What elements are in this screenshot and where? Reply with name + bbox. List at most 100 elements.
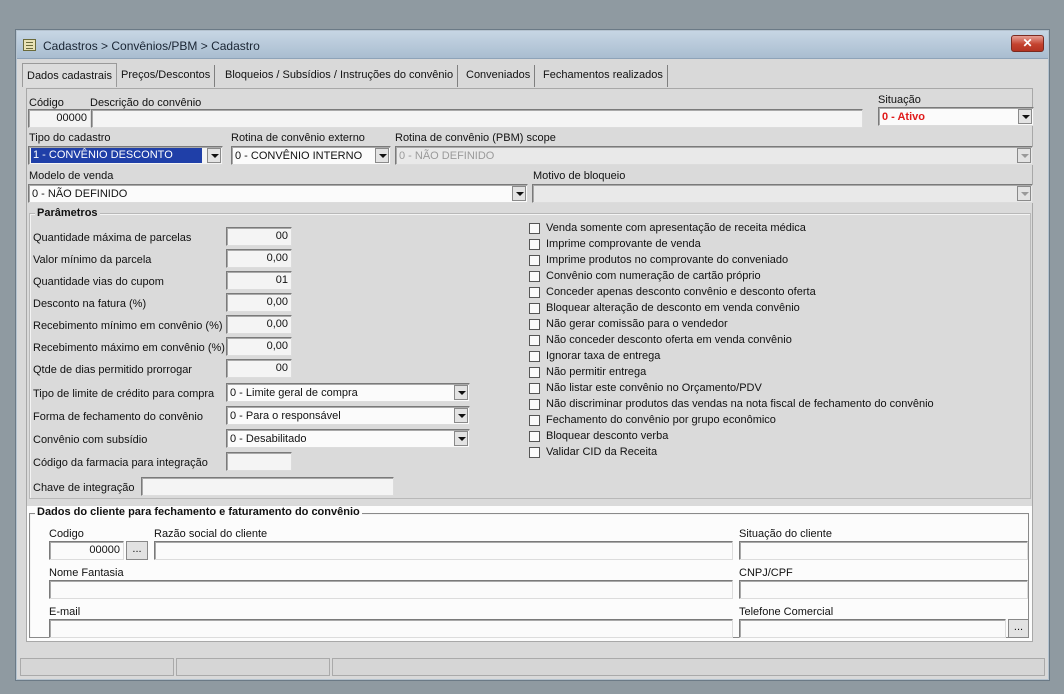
window-title: Cadastros > Convênios/PBM > Cadastro [43, 39, 260, 53]
limite-credito-select[interactable]: 0 - Limite geral de compra [226, 383, 470, 402]
param-field[interactable]: 00 [226, 359, 292, 378]
close-button[interactable]: ✕ [1011, 35, 1044, 52]
param-label: Recebimento mínimo em convênio (%) [33, 320, 223, 332]
rotina-pbm-label: Rotina de convênio (PBM) scope [395, 132, 556, 144]
tab-dados-cadastrais[interactable]: Dados cadastrais [22, 63, 117, 87]
checkbox[interactable] [529, 335, 540, 346]
checkbox[interactable] [529, 399, 540, 410]
chevron-down-icon[interactable] [1017, 186, 1031, 201]
param-label: Quantidade máxima de parcelas [33, 232, 192, 244]
email-label: E-mail [49, 606, 81, 618]
checkbox[interactable] [529, 287, 540, 298]
param-field[interactable]: 0,00 [226, 315, 292, 334]
chevron-down-icon[interactable] [454, 408, 468, 423]
checkbox[interactable] [529, 271, 540, 282]
limite-credito-label: Tipo de limite de crédito para compra [33, 388, 215, 400]
checkbox-label[interactable]: Conceder apenas desconto convênio e desc… [546, 286, 816, 298]
subsidio-select[interactable]: 0 - Desabilitado [226, 429, 470, 448]
chevron-down-icon[interactable] [375, 148, 389, 163]
subsidio-label: Convênio com subsídio [33, 434, 148, 446]
checkbox-label[interactable]: Não permitir entrega [546, 366, 646, 378]
telefone-label: Telefone Comercial [739, 606, 834, 618]
param-field[interactable]: 01 [226, 271, 292, 290]
checkbox[interactable] [529, 383, 540, 394]
situacao-cliente-field[interactable] [739, 541, 1028, 560]
param-field[interactable]: 0,00 [226, 337, 292, 356]
telefone-field[interactable] [739, 619, 1006, 638]
checkbox-label[interactable]: Venda somente com apresentação de receit… [546, 222, 806, 234]
telefone-lookup-button[interactable]: ... [1008, 619, 1029, 638]
status-bar [20, 658, 1045, 676]
chave-integracao-field[interactable] [141, 477, 394, 496]
chevron-down-icon[interactable] [454, 431, 468, 446]
cliente-codigo-label: Codigo [49, 528, 84, 540]
chevron-down-icon[interactable] [454, 385, 468, 400]
checkbox[interactable] [529, 367, 540, 378]
checkbox-label[interactable]: Validar CID da Receita [546, 446, 657, 458]
limite-credito-value: 0 - Limite geral de compra [230, 387, 358, 399]
tab-precos-descontos[interactable]: Preços/Descontos [117, 65, 216, 87]
checkbox[interactable] [529, 255, 540, 266]
forma-fechamento-select[interactable]: 0 - Para o responsável [226, 406, 470, 425]
subsidio-value: 0 - Desabilitado [230, 433, 307, 445]
modelo-venda-label: Modelo de venda [29, 170, 114, 182]
checkbox-label[interactable]: Fechamento do convênio por grupo econômi… [546, 414, 776, 426]
tab-conveniados[interactable]: Conveniados [462, 65, 536, 87]
tipo-cadastro-select[interactable]: 1 - CONVÊNIO DESCONTO [28, 146, 223, 165]
chevron-down-icon[interactable] [1018, 109, 1032, 124]
param-field[interactable]: 0,00 [226, 293, 292, 312]
checkbox[interactable] [529, 447, 540, 458]
rotina-pbm-value: 0 - NÃO DEFINIDO [399, 150, 495, 162]
codigo-label: Código [29, 97, 64, 109]
chevron-down-icon[interactable] [207, 148, 221, 163]
situacao-cliente-label: Situação do cliente [739, 528, 832, 540]
checkbox-label[interactable]: Não listar este convênio no Orçamento/PD… [546, 382, 762, 394]
checkbox-label[interactable]: Não discriminar produtos das vendas na n… [546, 398, 934, 410]
param-field[interactable]: 0,00 [226, 249, 292, 268]
modelo-venda-value: 0 - NÃO DEFINIDO [32, 188, 128, 200]
checkbox-label[interactable]: Convênio com numeração de cartão próprio [546, 270, 761, 282]
checkbox-label[interactable]: Imprime produtos no comprovante do conve… [546, 254, 788, 266]
chevron-down-icon[interactable] [1017, 148, 1031, 163]
tab-bloqueios-subsidios[interactable]: Bloqueios / Subsídios / Instruções do co… [221, 65, 459, 87]
nome-fantasia-field[interactable] [49, 580, 733, 599]
cliente-section: Dados do cliente para fechamento e fatur… [27, 506, 1032, 641]
checkbox-label[interactable]: Não gerar comissão para o vendedor [546, 318, 728, 330]
checkbox[interactable] [529, 223, 540, 234]
cliente-codigo-field[interactable]: 00000 [49, 541, 124, 560]
checkbox[interactable] [529, 319, 540, 330]
tipo-cadastro-label: Tipo do cadastro [29, 132, 111, 144]
forma-fechamento-value: 0 - Para o responsável [230, 410, 341, 422]
codigo-farmacia-field[interactable] [226, 452, 292, 471]
cnpj-field[interactable] [739, 580, 1028, 599]
codigo-field[interactable]: 00000 [28, 109, 91, 128]
checkbox-label[interactable]: Imprime comprovante de venda [546, 238, 701, 250]
rotina-externo-select[interactable]: 0 - CONVÊNIO INTERNO [231, 146, 391, 165]
descricao-field[interactable] [91, 109, 863, 128]
situacao-select[interactable]: 0 - Ativo [878, 107, 1034, 126]
chevron-down-icon[interactable] [512, 186, 526, 201]
param-label: Quantidade vias do cupom [33, 276, 164, 288]
tab-fechamentos-realizados[interactable]: Fechamentos realizados [539, 65, 668, 87]
checkbox[interactable] [529, 431, 540, 442]
motivo-bloqueio-select[interactable] [532, 184, 1033, 203]
email-field[interactable] [49, 619, 733, 638]
rotina-pbm-select[interactable]: 0 - NÃO DEFINIDO [395, 146, 1033, 165]
checkbox[interactable] [529, 239, 540, 250]
param-label: Desconto na fatura (%) [33, 298, 147, 310]
razao-social-label: Razão social do cliente [154, 528, 268, 540]
checkbox[interactable] [529, 351, 540, 362]
param-field[interactable]: 00 [226, 227, 292, 246]
checkbox-label[interactable]: Bloquear alteração de desconto em venda … [546, 302, 800, 314]
chave-integracao-label: Chave de integração [33, 482, 135, 494]
checkbox-label[interactable]: Bloquear desconto verba [546, 430, 668, 442]
modelo-venda-select[interactable]: 0 - NÃO DEFINIDO [28, 184, 528, 203]
checkbox-label[interactable]: Não conceder desconto oferta em venda co… [546, 334, 792, 346]
param-label: Qtde de dias permitido prorrogar [33, 364, 192, 376]
cliente-lookup-button[interactable]: ... [126, 541, 148, 560]
parametros-legend: Parâmetros [35, 207, 100, 219]
checkbox[interactable] [529, 415, 540, 426]
razao-social-field[interactable] [154, 541, 733, 560]
checkbox-label[interactable]: Ignorar taxa de entrega [546, 350, 660, 362]
checkbox[interactable] [529, 303, 540, 314]
